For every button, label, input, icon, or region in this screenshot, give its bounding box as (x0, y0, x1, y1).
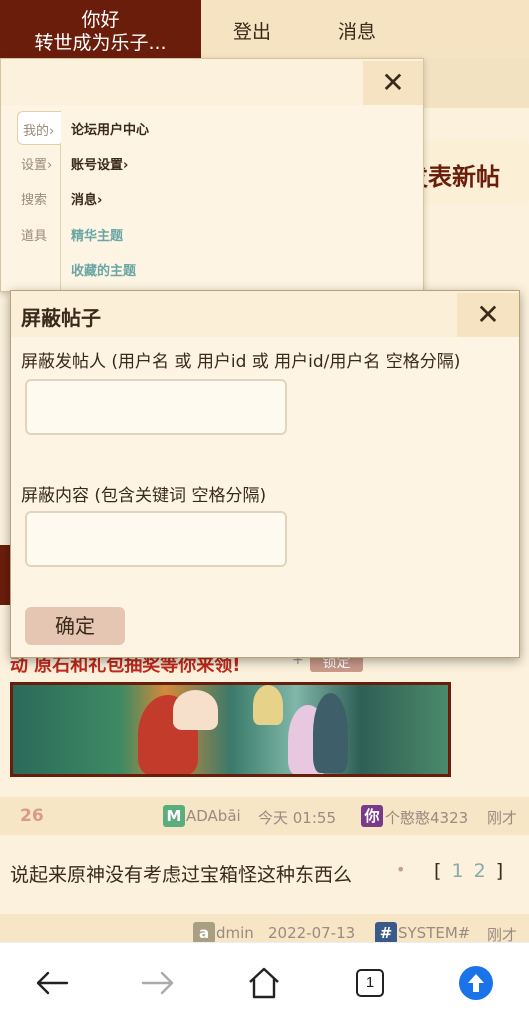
last-reply-avatar-badge: # (375, 922, 397, 944)
author-name[interactable]: dmin (216, 924, 254, 942)
username-text: 转世成为乐子... (34, 32, 167, 54)
link-featured-threads[interactable]: 精华主题 (71, 225, 123, 244)
close-icon[interactable]: ✕ (457, 293, 519, 337)
author-avatar-badge: M (163, 805, 185, 827)
last-reply-user[interactable]: SYSTEM# (398, 924, 470, 942)
pages-bracket-open: [ (434, 860, 444, 882)
user-menu-header (1, 59, 423, 105)
messages-link[interactable]: 消息 (338, 17, 376, 44)
tab-count: 1 (356, 969, 384, 997)
forward-arrow-icon[interactable] (138, 963, 178, 1003)
link-account-settings[interactable]: 账号设置› (71, 154, 128, 173)
reply-count: 26 (20, 806, 44, 826)
pages-bracket-close: ] (495, 860, 506, 882)
link-favorite-threads[interactable]: 收藏的主题 (71, 260, 136, 279)
post-time: 2022-07-13 (268, 924, 356, 942)
decorative-strip (0, 545, 10, 605)
block-posts-dialog: 屏蔽帖子 ✕ 屏蔽发帖人 (用户名 或 用户id 或 用户id/用户名 空格分隔… (10, 290, 520, 658)
thread-dot: • (396, 860, 406, 879)
menu-category-settings[interactable]: 设置› (21, 154, 52, 173)
promo-banner-image[interactable] (10, 682, 451, 777)
top-bar: 你好 转世成为乐子... 登出 消息 (0, 0, 529, 58)
home-icon[interactable] (244, 963, 284, 1003)
link-user-center[interactable]: 论坛用户中心 (71, 119, 149, 138)
link-messages[interactable]: 消息› (71, 189, 102, 208)
thread-meta-row: 26 M ADAbāi 今天 01:55 你 个憨憨4323 刚才 (0, 797, 529, 835)
browser-bottom-nav: 1 (0, 942, 529, 1024)
logout-link[interactable]: 登出 (233, 17, 271, 44)
menu-category-items[interactable]: 道具 (21, 225, 47, 244)
author-avatar-badge: a (193, 922, 215, 944)
block-content-label: 屏蔽内容 (包含关键词 空格分隔) (21, 486, 267, 506)
thread-title[interactable]: 说起来原神没有考虑过宝箱怪这种东西么 (10, 860, 352, 887)
page-link-1[interactable]: 1 (451, 860, 465, 882)
block-content-input[interactable] (25, 511, 287, 567)
block-poster-label: 屏蔽发帖人 (用户名 或 用户id 或 用户id/用户名 空格分隔) (21, 352, 461, 372)
user-greeting-block[interactable]: 你好 转世成为乐子... (0, 0, 201, 58)
post-time: 今天 01:55 (258, 809, 336, 827)
back-arrow-icon[interactable] (32, 963, 72, 1003)
tabs-icon[interactable]: 1 (350, 963, 390, 1003)
last-reply-user[interactable]: 个憨憨4323 (385, 807, 468, 828)
thread-pagination: [ 1 2 ] (434, 860, 505, 882)
close-icon[interactable]: ✕ (363, 61, 423, 105)
block-poster-input[interactable] (25, 379, 287, 435)
menu-category-mine[interactable]: 我的› (17, 111, 61, 145)
user-menu-panel: ✕ 我的› 设置› 搜索 道具 论坛用户中心 账号设置› 消息› 精华主题 收藏… (0, 58, 424, 293)
upload-arrow-icon[interactable] (456, 963, 496, 1003)
confirm-button[interactable]: 确定 (25, 607, 125, 645)
menu-category-search[interactable]: 搜索 (21, 189, 47, 208)
last-reply-avatar-badge: 你 (361, 805, 383, 827)
author-name[interactable]: ADAbāi (186, 807, 241, 825)
dialog-title: 屏蔽帖子 (21, 306, 101, 330)
last-reply-time: 刚才 (487, 809, 518, 827)
page-link-2[interactable]: 2 (474, 860, 488, 882)
menu-divider (60, 143, 61, 293)
